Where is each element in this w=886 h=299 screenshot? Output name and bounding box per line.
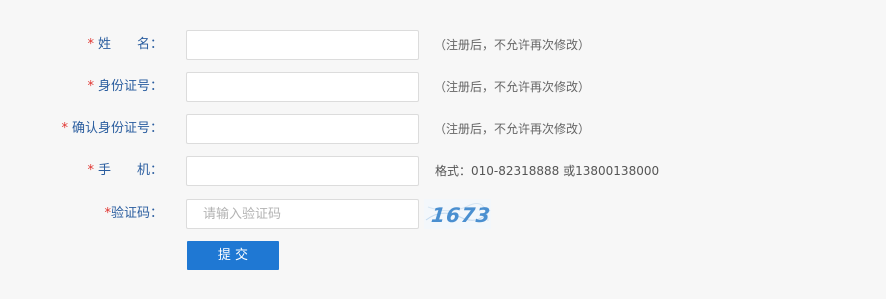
id-number-hint: （注册后，不允许再次修改） <box>434 80 591 94</box>
phone-label: * 手 机： <box>0 156 163 186</box>
name-input[interactable] <box>186 30 419 60</box>
phone-format-hint: 格式：010-82318888 或13800138000 <box>435 164 660 178</box>
required-mark: * <box>87 37 94 52</box>
captcha-label: *验证码： <box>0 199 163 229</box>
name-label: * 姓 名： <box>0 30 163 60</box>
id-number-label: * 身份证号： <box>0 72 163 102</box>
id-number-label-text: 身份证号： <box>97 79 163 94</box>
name-label-text: 姓 名： <box>97 37 163 52</box>
phone-input[interactable] <box>186 156 419 186</box>
captcha-image[interactable]: 1673 <box>424 199 491 229</box>
id-confirm-input[interactable] <box>186 114 419 144</box>
captcha-input[interactable] <box>186 199 419 229</box>
submit-button[interactable]: 提 交 <box>187 241 279 270</box>
required-mark: * <box>61 121 68 136</box>
id-confirm-label-text: 确认身份证号： <box>71 121 163 136</box>
name-hint: （注册后，不允许再次修改） <box>434 38 591 52</box>
required-mark: * <box>87 163 94 178</box>
id-confirm-label: * 确认身份证号： <box>0 114 163 144</box>
id-confirm-hint: （注册后，不允许再次修改） <box>434 122 591 136</box>
captcha-code: 1673 <box>430 203 491 227</box>
phone-label-text: 手 机： <box>97 163 163 178</box>
id-number-input[interactable] <box>186 72 419 102</box>
required-mark: * <box>87 79 94 94</box>
captcha-label-text: 验证码： <box>110 206 163 221</box>
